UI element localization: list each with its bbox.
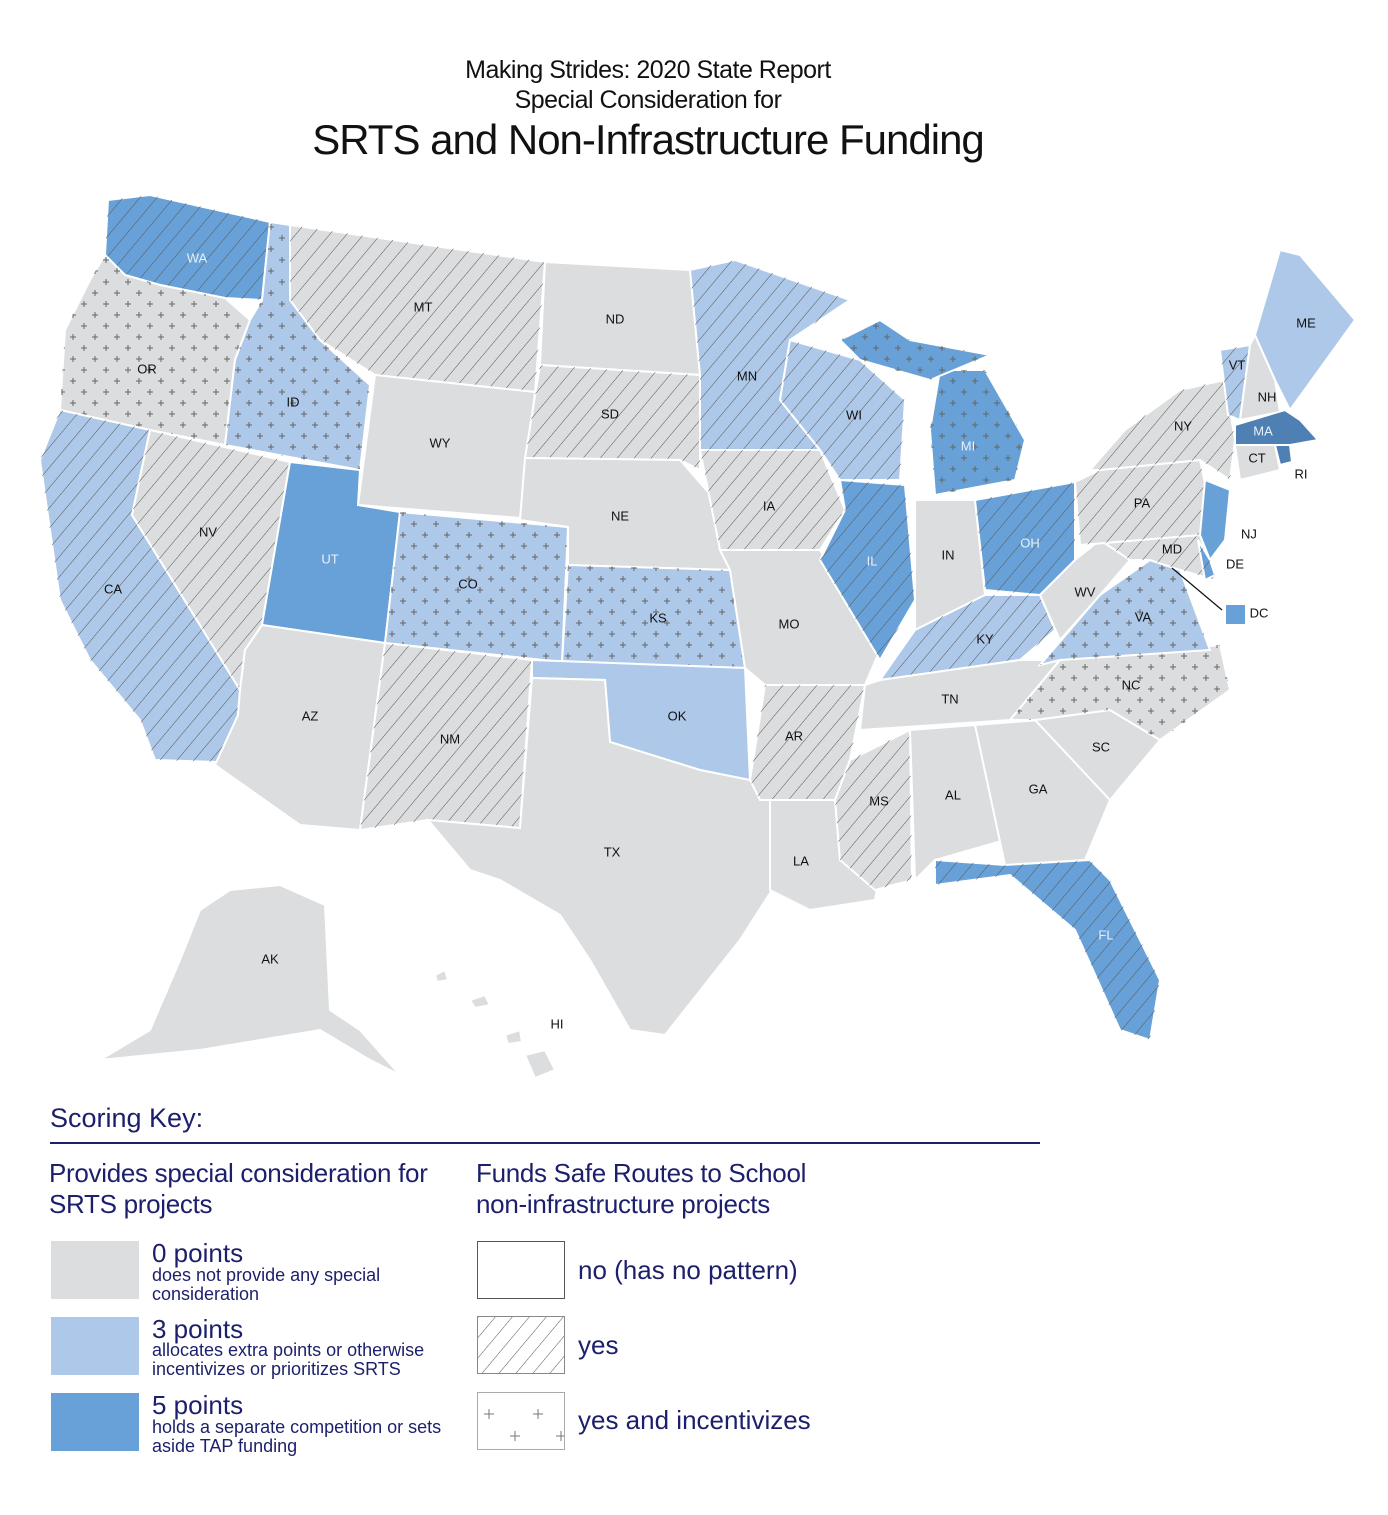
state-label-az: AZ (302, 708, 319, 723)
score-3-label: 3 points (152, 1314, 244, 1344)
state-label-nm: NM (440, 731, 460, 746)
state-label-wv: WV (1075, 584, 1096, 599)
state-nj (1198, 478, 1232, 563)
state-label-wy: WY (430, 435, 451, 450)
state-label-ga: GA (1029, 781, 1048, 796)
score-0-desc: does not provide any special considerati… (152, 1265, 381, 1304)
state-label-va: VA (1135, 609, 1152, 624)
state-ak (99, 883, 401, 1076)
state-label-la: LA (793, 853, 809, 868)
state-label-nd: ND (606, 311, 625, 326)
pattern-none-swatch (477, 1241, 565, 1299)
state-label-ri: RI (1295, 466, 1308, 481)
state-label-mo: MO (779, 616, 800, 631)
state-label-ms: MS (869, 793, 889, 808)
state-label-ok: OK (668, 708, 687, 723)
state-label-ut: UT (321, 551, 338, 566)
us-map: WA OR CA ID NV MT WY UT AZ CO NM ND SD NE KS OK TX MN IA MO… (38, 193, 1357, 1080)
state-label-tn: TN (941, 691, 958, 706)
state-label-fl: FL (1098, 927, 1113, 942)
state-label-nc: NC (1122, 677, 1141, 692)
state-label-ak: AK (261, 951, 279, 966)
state-label-sd: SD (601, 406, 619, 421)
state-label-ky: KY (976, 631, 994, 646)
state-label-ar: AR (785, 728, 803, 743)
pattern-hatch-label: yes (578, 1330, 619, 1360)
state-label-in: IN (942, 547, 955, 562)
score-0-label: 0 points (152, 1238, 244, 1268)
pattern-hatch-swatch (477, 1316, 565, 1374)
state-fl (934, 858, 1162, 1042)
state-label-vt: VT (1229, 357, 1246, 372)
pattern-plus-swatch (477, 1392, 565, 1450)
state-label-or: OR (137, 361, 157, 376)
state-label-tx: TX (604, 844, 621, 859)
state-label-nh: NH (1258, 389, 1277, 404)
state-label-md: MD (1162, 541, 1182, 556)
state-label-ct: CT (1248, 450, 1265, 465)
state-label-ks: KS (649, 610, 667, 625)
pattern-plus-label: yes and incentivizes (578, 1405, 811, 1435)
score-3-desc: allocates extra points or otherwise ince… (152, 1340, 425, 1379)
state-label-al: AL (945, 787, 961, 802)
state-label-mn: MN (737, 368, 757, 383)
state-label-wi: WI (846, 407, 862, 422)
state-label-de: DE (1226, 556, 1244, 571)
state-label-nj: NJ (1241, 526, 1257, 541)
state-label-il: IL (867, 553, 878, 568)
state-hi (433, 968, 557, 1080)
pattern-none-label: no (has no pattern) (578, 1255, 798, 1285)
swatch-0-points (51, 1241, 139, 1299)
swatch-5-points (51, 1393, 139, 1451)
state-label-ny: NY (1174, 418, 1192, 433)
state-label-ca: CA (104, 581, 122, 596)
state-label-wa: WA (187, 250, 208, 265)
state-label-co: CO (458, 576, 478, 591)
state-label-ne: NE (611, 508, 629, 523)
key-divider (50, 1142, 1040, 1144)
score-heading: Provides special consideration for SRTS … (49, 1158, 428, 1219)
state-label-mi: MI (961, 438, 975, 453)
state-label-id: ID (287, 394, 300, 409)
state-dc (1224, 603, 1247, 626)
state-label-ma: MA (1253, 423, 1273, 438)
state-label-ia: IA (763, 498, 776, 513)
swatch-3-points (51, 1317, 139, 1375)
state-label-dc: DC (1250, 605, 1269, 620)
score-5-desc: holds a separate competition or sets asi… (152, 1417, 442, 1456)
key-title: Scoring Key: (50, 1103, 204, 1133)
funding-heading: Funds Safe Routes to School non-infrastr… (476, 1158, 807, 1219)
state-label-mt: MT (414, 299, 433, 314)
state-label-me: ME (1296, 315, 1316, 330)
state-label-sc: SC (1092, 739, 1110, 754)
state-label-nv: NV (199, 524, 217, 539)
state-label-oh: OH (1020, 535, 1040, 550)
score-5-label: 5 points (152, 1390, 244, 1420)
state-label-hi: HI (551, 1016, 564, 1031)
state-label-pa: PA (1134, 495, 1151, 510)
